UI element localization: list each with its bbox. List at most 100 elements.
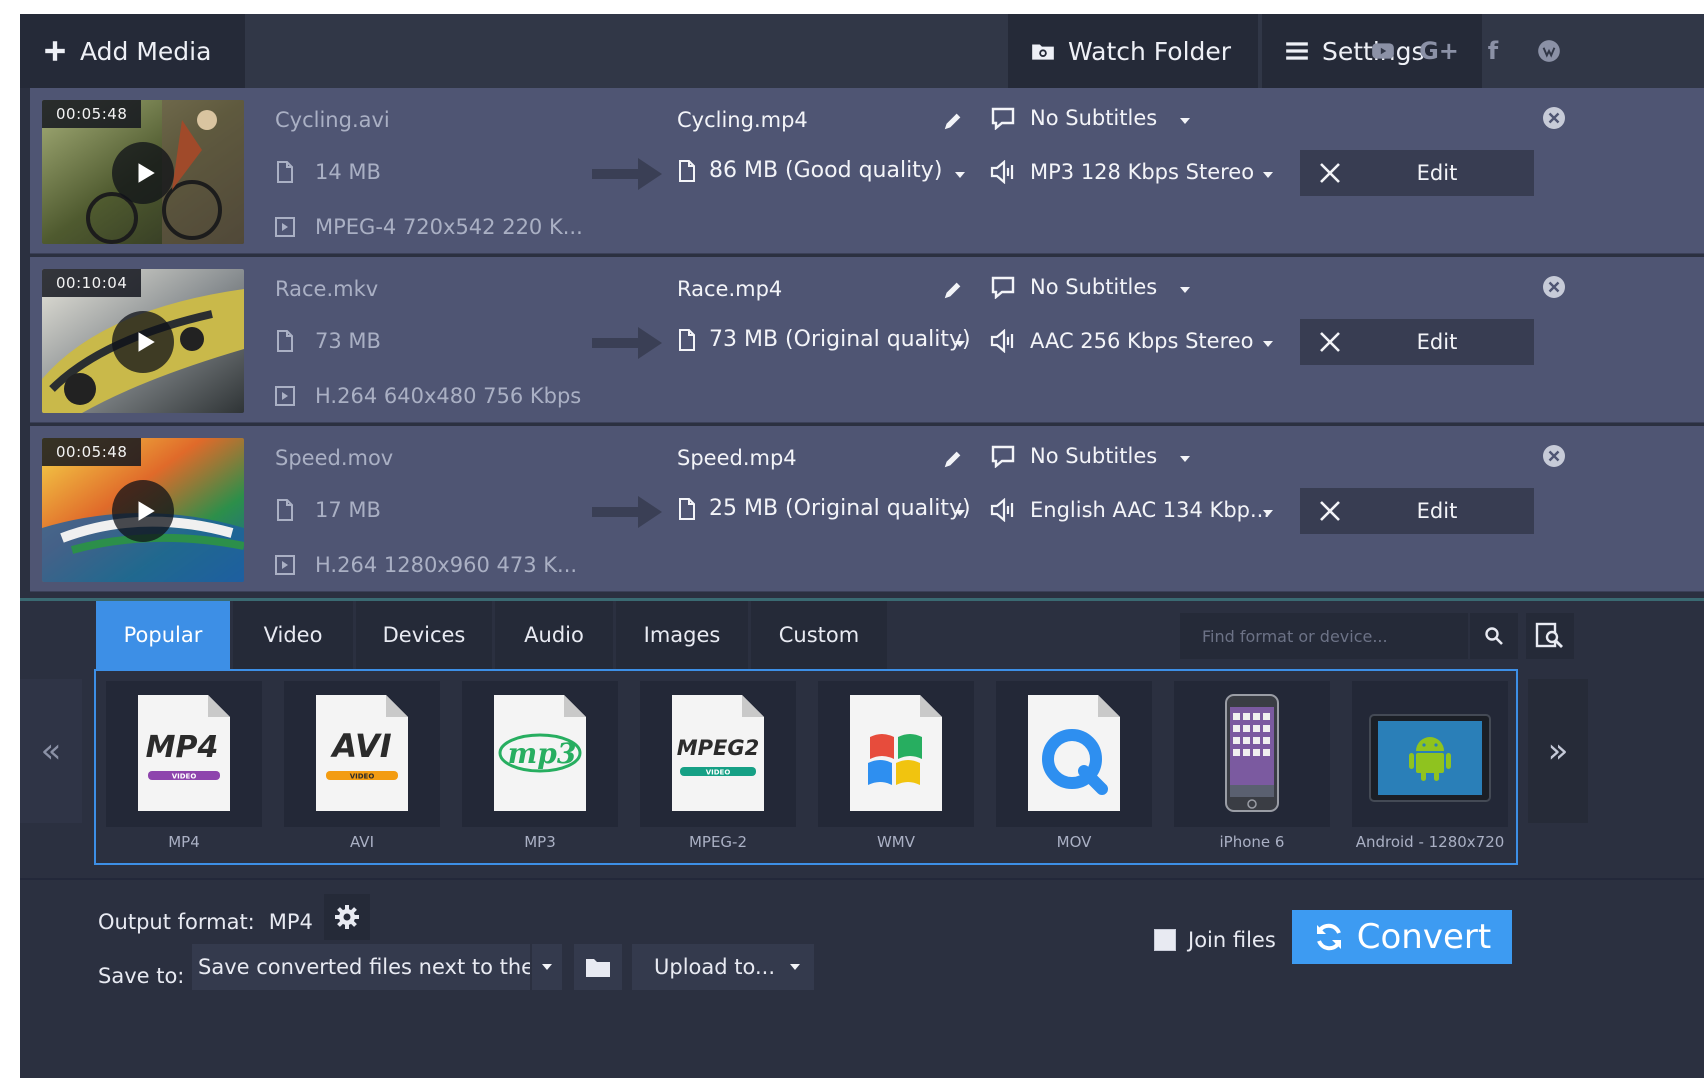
file-row[interactable]: 00:10:04 Race.mkv 73 MB H.264 640x480 75… bbox=[30, 257, 1704, 423]
tab-popular[interactable]: Popular bbox=[96, 601, 230, 669]
format-label: WMV bbox=[876, 833, 916, 851]
output-filename[interactable]: Speed.mp4 bbox=[677, 446, 797, 470]
format-tile-android[interactable]: Android - 1280x720 bbox=[1352, 681, 1508, 857]
format-tile-iphone6[interactable]: iPhone 6 bbox=[1174, 681, 1330, 857]
source-size: 17 MB bbox=[275, 498, 381, 522]
remove-file-icon[interactable] bbox=[1542, 275, 1566, 299]
add-media-label: Add Media bbox=[80, 36, 212, 66]
edit-button[interactable]: Edit bbox=[1300, 150, 1534, 196]
output-filename[interactable]: Race.mp4 bbox=[677, 277, 782, 301]
tab-images[interactable]: Images bbox=[616, 601, 748, 669]
output-size-select[interactable]: 73 MB (Original quality) bbox=[677, 327, 971, 352]
join-files-checkbox[interactable] bbox=[1154, 929, 1176, 951]
avi-badge: AVI bbox=[329, 727, 391, 765]
mp4-icon: MP4 VIDEO bbox=[138, 695, 230, 811]
format-tile-mp4[interactable]: MP4 VIDEO MP4 bbox=[106, 681, 262, 857]
format-tile-wmv[interactable]: WMV bbox=[818, 681, 974, 857]
mpeg2-badge: MPEG2 bbox=[677, 736, 759, 760]
convert-label: Convert bbox=[1356, 917, 1492, 957]
output-settings-button[interactable] bbox=[324, 894, 370, 940]
play-button[interactable] bbox=[112, 480, 174, 542]
pencil-icon[interactable] bbox=[942, 448, 964, 470]
facebook-icon[interactable]: f bbox=[1464, 14, 1522, 88]
add-media-button[interactable]: Add Media bbox=[20, 14, 245, 88]
format-tile-mp3[interactable]: mp3 MP3 bbox=[462, 681, 618, 857]
device-detect-button[interactable] bbox=[1526, 613, 1574, 659]
speech-bubble-icon bbox=[991, 107, 1015, 130]
chevron-down-icon[interactable] bbox=[1263, 341, 1273, 347]
chevron-down-icon[interactable] bbox=[1180, 287, 1190, 293]
output-size-select[interactable]: 25 MB (Original quality) bbox=[677, 496, 971, 521]
tab-custom[interactable]: Custom bbox=[751, 601, 887, 669]
chevron-down-icon[interactable] bbox=[1180, 456, 1190, 462]
output-filename[interactable]: Cycling.mp4 bbox=[677, 108, 808, 132]
arrow-icon bbox=[592, 327, 662, 359]
output-format-label: Output format: bbox=[98, 910, 255, 934]
speaker-icon bbox=[990, 329, 1014, 353]
youtube-icon[interactable] bbox=[1354, 14, 1412, 88]
file-row[interactable]: 00:05:48 Cycling.avi 14 MB MPEG-4 720x54… bbox=[30, 88, 1704, 254]
video-thumbnail[interactable]: 00:05:48 bbox=[42, 100, 244, 244]
save-to-select[interactable]: Save converted files next to the origina… bbox=[192, 944, 530, 990]
format-tabs: Popular Video Devices Audio Images Custo… bbox=[96, 601, 890, 669]
tab-video[interactable]: Video bbox=[233, 601, 353, 669]
file-row[interactable]: 00:05:48 Speed.mov 17 MB H.264 1280x960 … bbox=[30, 426, 1704, 592]
upload-to-select[interactable]: Upload to... bbox=[632, 944, 814, 990]
format-panel: Popular Video Devices Audio Images Custo… bbox=[20, 598, 1704, 878]
duration-badge: 00:05:48 bbox=[42, 100, 142, 128]
subtitles-value: No Subtitles bbox=[1030, 444, 1158, 468]
tab-devices[interactable]: Devices bbox=[356, 601, 492, 669]
vk-icon[interactable] bbox=[1520, 14, 1578, 88]
convert-button[interactable]: Convert bbox=[1292, 910, 1512, 964]
google-plus-icon[interactable]: G+ bbox=[1410, 14, 1468, 88]
chevron-down-icon bbox=[790, 964, 800, 970]
pencil-icon[interactable] bbox=[942, 110, 964, 132]
remove-file-icon[interactable] bbox=[1542, 444, 1566, 468]
pencil-icon[interactable] bbox=[942, 279, 964, 301]
play-button[interactable] bbox=[112, 311, 174, 373]
play-button[interactable] bbox=[112, 142, 174, 204]
source-info-value: H.264 1280x960 473 K... bbox=[315, 553, 578, 577]
next-formats-button[interactable]: » bbox=[1528, 679, 1588, 823]
chevron-down-icon[interactable] bbox=[955, 510, 965, 516]
edit-button[interactable]: Edit bbox=[1300, 319, 1534, 365]
remove-file-icon[interactable] bbox=[1542, 106, 1566, 130]
video-thumbnail[interactable]: 00:05:48 bbox=[42, 438, 244, 582]
subtitles-select[interactable]: No Subtitles bbox=[990, 106, 1157, 130]
subtitles-select[interactable]: No Subtitles bbox=[990, 275, 1157, 299]
audio-select[interactable]: MP3 128 Kbps Stereo bbox=[990, 160, 1254, 184]
prev-formats-button[interactable]: « bbox=[20, 679, 82, 823]
speaker-icon bbox=[990, 498, 1014, 522]
audio-select[interactable]: AAC 256 Kbps Stereo bbox=[990, 329, 1254, 353]
file-icon bbox=[277, 161, 293, 183]
gear-icon bbox=[335, 905, 359, 929]
chevron-down-icon[interactable] bbox=[1263, 510, 1273, 516]
edit-button[interactable]: Edit bbox=[1300, 488, 1534, 534]
chevron-down-icon[interactable] bbox=[1263, 172, 1273, 178]
arrow-icon bbox=[592, 496, 662, 528]
windows-logo-icon bbox=[850, 695, 942, 811]
save-to-dropdown[interactable] bbox=[532, 944, 562, 990]
format-label: MPEG-2 bbox=[688, 833, 748, 851]
format-tile-mpeg2[interactable]: MPEG2 VIDEO MPEG-2 bbox=[640, 681, 796, 857]
format-tile-mov[interactable]: MOV bbox=[996, 681, 1152, 857]
subtitles-select[interactable]: No Subtitles bbox=[990, 444, 1157, 468]
subtitles-value: No Subtitles bbox=[1030, 106, 1158, 130]
audio-select[interactable]: English AAC 134 Kbp... bbox=[990, 498, 1270, 522]
subtitles-value: No Subtitles bbox=[1030, 275, 1158, 299]
video-frame-icon bbox=[275, 555, 295, 575]
chevron-down-icon[interactable] bbox=[955, 172, 965, 178]
file-icon bbox=[679, 497, 695, 520]
chevron-down-icon[interactable] bbox=[955, 341, 965, 347]
tab-audio[interactable]: Audio bbox=[495, 601, 613, 669]
watch-folder-button[interactable]: Watch Folder bbox=[1008, 14, 1258, 88]
video-thumbnail[interactable]: 00:10:04 bbox=[42, 269, 244, 413]
browse-folder-button[interactable] bbox=[574, 944, 622, 990]
format-tile-avi[interactable]: AVI VIDEO AVI bbox=[284, 681, 440, 857]
search-input[interactable] bbox=[1202, 626, 1462, 646]
source-size: 73 MB bbox=[275, 329, 381, 353]
join-files-toggle[interactable]: Join files bbox=[1154, 928, 1276, 952]
output-size-select[interactable]: 86 MB (Good quality) bbox=[677, 158, 942, 183]
chevron-down-icon[interactable] bbox=[1180, 118, 1190, 124]
search-button[interactable] bbox=[1470, 613, 1518, 659]
